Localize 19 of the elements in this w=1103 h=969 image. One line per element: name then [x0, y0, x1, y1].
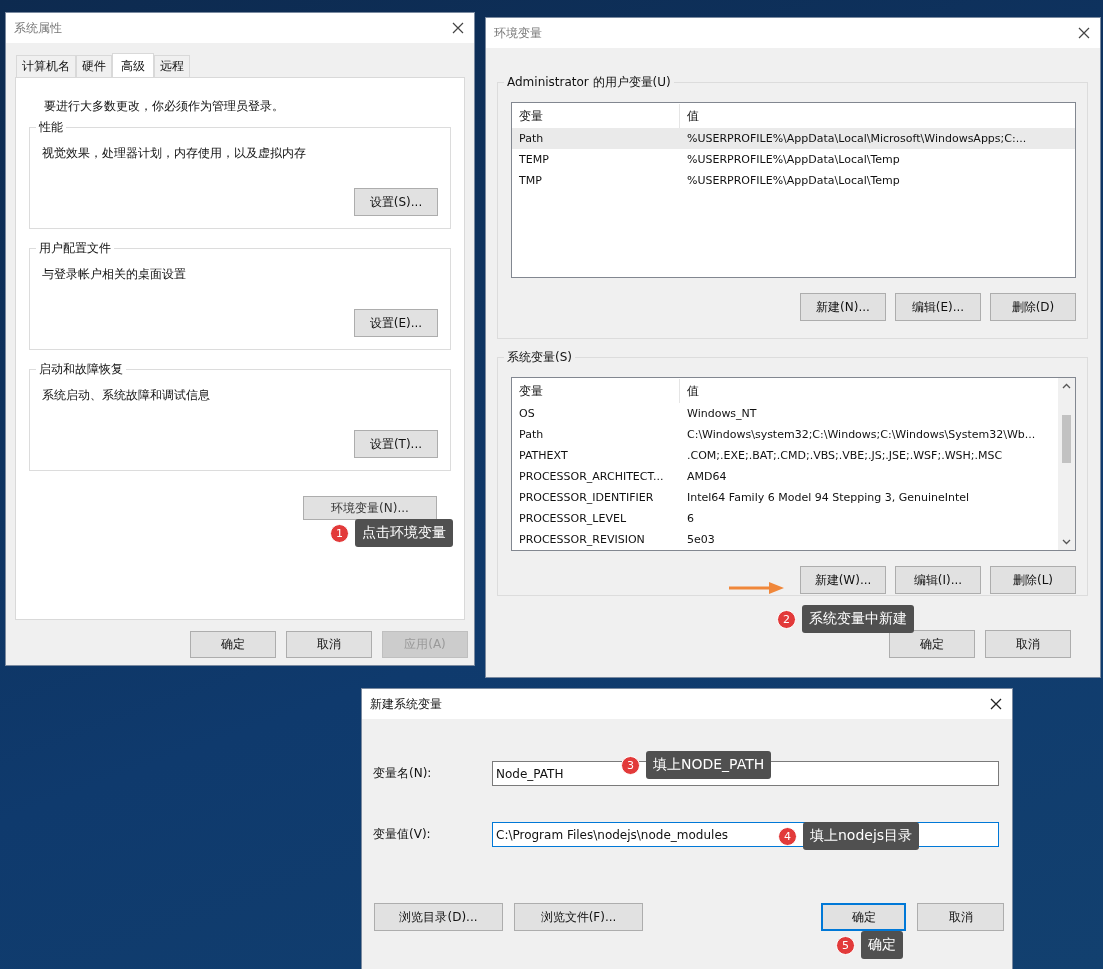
window-title: 新建系统变量	[370, 695, 442, 713]
group-title: 用户配置文件	[36, 240, 114, 257]
group-title: 性能	[36, 119, 66, 136]
callout-tooltip: 填上nodejs目录	[803, 822, 920, 850]
field-label: 变量名(N):	[373, 765, 433, 782]
group-title: 系统变量(S)	[504, 349, 575, 366]
callout-tooltip: 点击环境变量	[355, 519, 453, 547]
group-title: 启动和故障恢复	[36, 361, 126, 378]
group-title: Administrator 的用户变量(U)	[504, 74, 674, 91]
field-label: 变量值(V):	[373, 826, 432, 843]
callout-tooltip: 填上NODE_PATH	[646, 751, 772, 779]
notice-text: 要进行大多数更改，你必须作为管理员登录。	[44, 98, 285, 115]
callout-tooltip: 系统变量中新建	[802, 605, 914, 633]
group-description: 视觉效果，处理器计划，内存使用，以及虚拟内存	[42, 145, 307, 162]
callout-tooltip: 确定	[861, 931, 903, 959]
group-description: 与登录帐户相关的桌面设置	[42, 266, 187, 283]
window-title: 环境变量	[494, 24, 542, 42]
window-title: 系统属性	[14, 19, 62, 37]
group-description: 系统启动、系统故障和调试信息	[42, 387, 211, 404]
